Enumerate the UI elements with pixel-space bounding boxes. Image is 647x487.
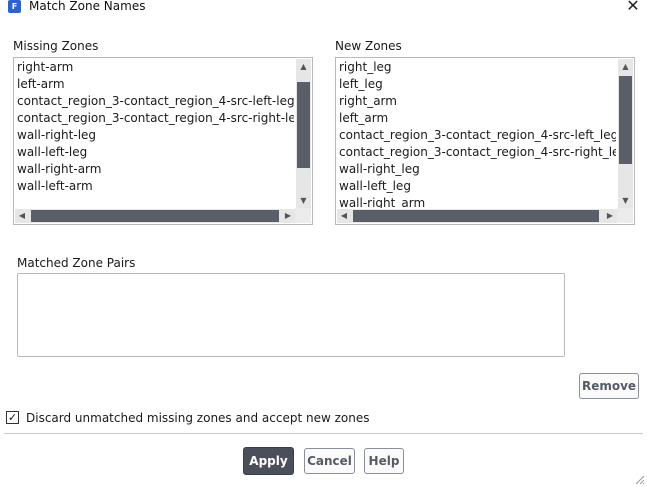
apply-button[interactable]: Apply: [243, 447, 294, 475]
list-item[interactable]: left_leg: [339, 76, 616, 93]
new-zones-list[interactable]: right_leg left_leg right_arm left_arm contac…: [335, 57, 635, 225]
missing-zones-label: Missing Zones: [13, 39, 99, 53]
new-zones-label: New Zones: [335, 39, 402, 53]
app-icon: F: [8, 0, 21, 13]
list-item[interactable]: wall-right_arm: [339, 195, 616, 208]
list-item[interactable]: contact_region_3-contact_region_4-src-ri…: [339, 144, 616, 161]
scroll-corner: [617, 208, 633, 223]
scroll-left-icon[interactable]: ◀: [337, 209, 351, 223]
scroll-down-icon[interactable]: ▼: [296, 193, 311, 208]
help-button[interactable]: Help: [364, 448, 404, 474]
new-zones-vscroll[interactable]: ▲ ▼: [618, 59, 633, 208]
divider: [4, 433, 643, 434]
missing-zones-items: right-arm left-arm contact_region_3-contac…: [17, 59, 294, 208]
scroll-up-icon[interactable]: ▲: [296, 59, 311, 74]
new-zones-hscroll[interactable]: ◀ ▶: [337, 209, 617, 223]
list-item[interactable]: contact_region_3-contact_region_4-src-ri…: [17, 110, 294, 127]
list-item[interactable]: contact_region_3-contact_region_4-src-le…: [17, 93, 294, 110]
list-item[interactable]: left_arm: [339, 110, 616, 127]
resize-grip-icon[interactable]: [633, 473, 645, 485]
missing-zones-list[interactable]: right-arm left-arm contact_region_3-contac…: [13, 57, 313, 225]
scroll-right-icon[interactable]: ▶: [603, 209, 617, 223]
close-icon[interactable]: ✕: [624, 0, 642, 15]
list-item[interactable]: wall-left-arm: [17, 178, 294, 195]
list-item[interactable]: wall-right-arm: [17, 161, 294, 178]
list-item[interactable]: right_arm: [339, 93, 616, 110]
remove-button[interactable]: Remove: [579, 373, 639, 399]
scroll-thumb[interactable]: [619, 76, 632, 164]
list-item[interactable]: wall-right_leg: [339, 161, 616, 178]
list-item[interactable]: right_leg: [339, 59, 616, 76]
scroll-thumb[interactable]: [31, 210, 279, 222]
discard-checkbox[interactable]: ✓: [6, 411, 19, 424]
scroll-right-icon[interactable]: ▶: [281, 209, 295, 223]
matched-pairs-label: Matched Zone Pairs: [17, 256, 136, 270]
scroll-thumb[interactable]: [297, 82, 310, 168]
list-item[interactable]: contact_region_3-contact_region_4-src-le…: [339, 127, 616, 144]
new-zones-items: right_leg left_leg right_arm left_arm contac…: [339, 59, 616, 208]
missing-zones-hscroll[interactable]: ◀ ▶: [15, 209, 295, 223]
cancel-button[interactable]: Cancel: [304, 448, 355, 474]
scroll-thumb[interactable]: [353, 210, 599, 222]
list-item[interactable]: wall-left-leg: [17, 144, 294, 161]
title-bar: F Match Zone Names ✕: [0, 0, 647, 16]
list-item[interactable]: left-arm: [17, 76, 294, 93]
list-item[interactable]: right-arm: [17, 59, 294, 76]
discard-checkbox-label[interactable]: Discard unmatched missing zones and acce…: [26, 411, 369, 425]
scroll-down-icon[interactable]: ▼: [618, 193, 633, 208]
list-item[interactable]: wall-right-leg: [17, 127, 294, 144]
scroll-corner: [295, 208, 311, 223]
matched-pairs-list[interactable]: [17, 273, 565, 357]
list-item[interactable]: wall-left_leg: [339, 178, 616, 195]
window-title: Match Zone Names: [29, 0, 146, 13]
scroll-left-icon[interactable]: ◀: [15, 209, 29, 223]
missing-zones-vscroll[interactable]: ▲ ▼: [296, 59, 311, 208]
scroll-up-icon[interactable]: ▲: [618, 59, 633, 74]
